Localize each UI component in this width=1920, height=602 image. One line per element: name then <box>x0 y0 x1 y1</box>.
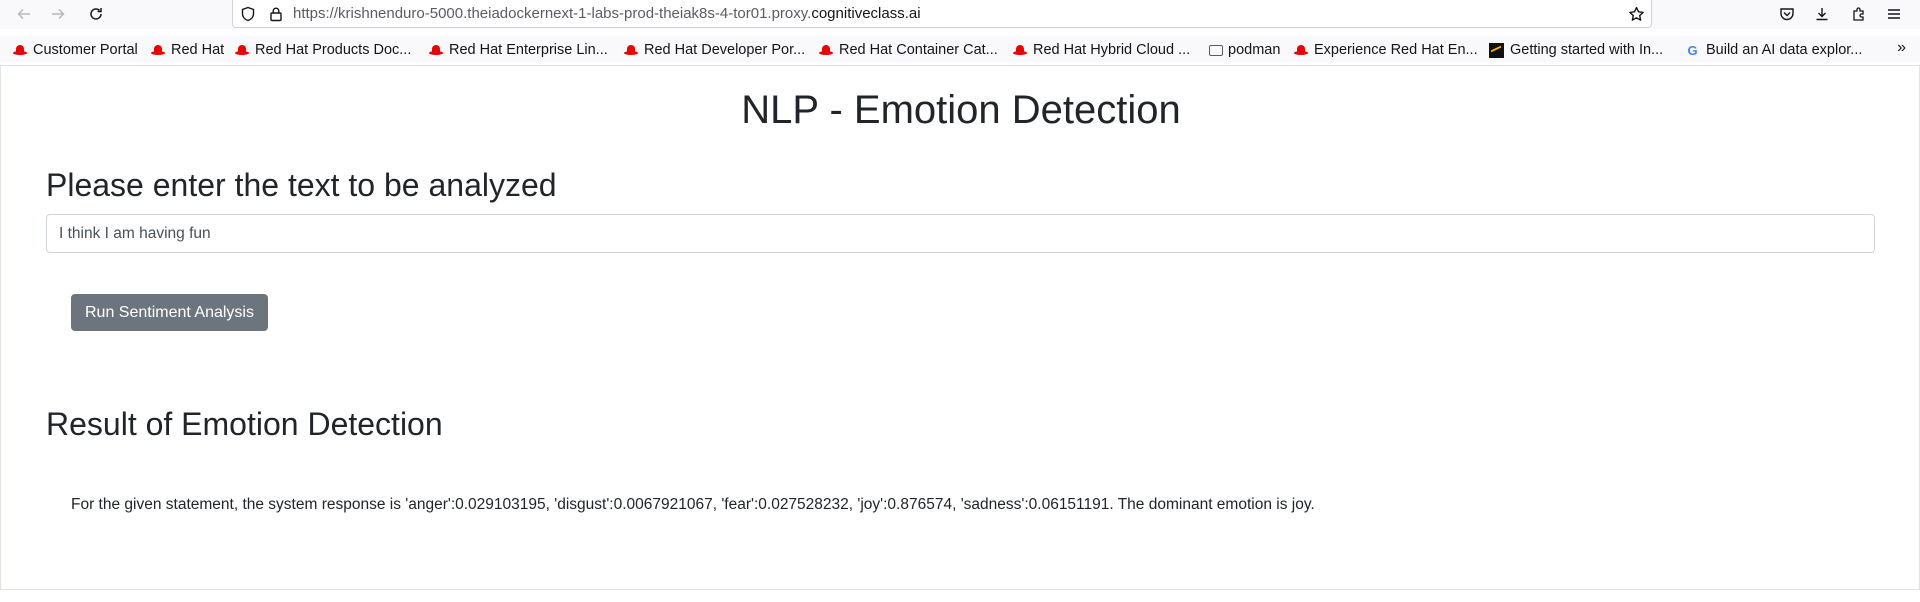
folder-icon <box>1209 44 1223 56</box>
reload-icon[interactable] <box>85 3 107 25</box>
url-domain: cognitiveclass.ai <box>811 5 921 22</box>
shield-icon[interactable] <box>239 5 257 23</box>
redhat-icon <box>1293 44 1309 56</box>
bookmark-label: Red Hat <box>171 42 225 58</box>
bookmark-experience-red-hat[interactable]: Experience Red Hat En... <box>1293 40 1478 60</box>
browser-toolbar: https://krishnenduro-5000.theiadockernex… <box>0 0 1920 29</box>
bookmark-build-ai-data-explorer[interactable]: G Build an AI data explor... <box>1685 40 1862 60</box>
bookmark-red-hat-products-doc[interactable]: Red Hat Products Doc... <box>234 40 411 60</box>
redhat-icon <box>150 44 166 56</box>
bookmark-label: Red Hat Developer Por... <box>644 42 806 58</box>
bookmark-folder-podman[interactable]: podman <box>1209 40 1280 60</box>
extensions-icon[interactable] <box>1849 4 1869 24</box>
hamburger-menu-icon[interactable] <box>1884 4 1904 24</box>
bookmark-label: podman <box>1228 42 1281 58</box>
bookmark-red-hat[interactable]: Red Hat <box>150 40 224 60</box>
bookmark-label: Red Hat Products Doc... <box>255 42 412 58</box>
bookmark-label: Experience Red Hat En... <box>1314 42 1478 58</box>
url-bar[interactable]: https://krishnenduro-5000.theiadockernex… <box>232 0 1652 28</box>
page-content: NLP - Emotion Detection Please enter the… <box>0 65 1920 590</box>
bookmark-getting-started[interactable]: Getting started with In... <box>1489 40 1663 60</box>
redhat-icon <box>818 44 834 56</box>
prompt-heading: Please enter the text to be analyzed <box>46 167 557 203</box>
pocket-icon[interactable] <box>1777 4 1797 24</box>
bookmark-customer-portal[interactable]: Customer Portal <box>12 40 138 60</box>
chart-favicon-icon <box>1489 42 1504 58</box>
run-sentiment-analysis-button[interactable]: Run Sentiment Analysis <box>71 294 268 331</box>
text-to-analyze-input[interactable] <box>46 214 1875 253</box>
bookmark-red-hat-developer-portal[interactable]: Red Hat Developer Por... <box>623 40 805 60</box>
bookmark-red-hat-hybrid-cloud[interactable]: Red Hat Hybrid Cloud ... <box>1012 40 1190 60</box>
bookmark-star-icon[interactable] <box>1627 5 1645 23</box>
bookmarks-overflow-chevron-icon[interactable]: » <box>1897 39 1906 57</box>
bookmark-red-hat-enterprise-linux[interactable]: Red Hat Enterprise Lin... <box>428 40 608 60</box>
result-text: For the given statement, the system resp… <box>71 496 1315 513</box>
bookmark-label: Build an AI data explor... <box>1706 42 1863 58</box>
back-arrow-icon[interactable] <box>13 3 35 25</box>
redhat-icon <box>1012 44 1028 56</box>
bookmark-label: Red Hat Hybrid Cloud ... <box>1033 42 1191 58</box>
redhat-icon <box>234 44 250 56</box>
bookmark-label: Getting started with In... <box>1510 42 1664 58</box>
result-heading: Result of Emotion Detection <box>46 406 443 442</box>
bookmarks-bar: Customer Portal Red Hat Red Hat Products… <box>0 36 1920 62</box>
lock-icon[interactable] <box>267 5 285 23</box>
page-title: NLP - Emotion Detection <box>741 88 1181 132</box>
redhat-icon <box>623 44 639 56</box>
redhat-icon <box>428 44 444 56</box>
redhat-icon <box>12 44 28 56</box>
bookmark-red-hat-container-catalog[interactable]: Red Hat Container Cat... <box>818 40 998 60</box>
bookmark-label: Customer Portal <box>33 42 138 58</box>
bookmark-label: Red Hat Container Cat... <box>839 42 998 58</box>
url-text[interactable]: https://krishnenduro-5000.theiadockernex… <box>293 5 921 22</box>
bookmark-label: Red Hat Enterprise Lin... <box>449 42 608 58</box>
forward-arrow-icon[interactable] <box>47 3 69 25</box>
google-icon: G <box>1687 42 1698 58</box>
download-icon[interactable] <box>1812 4 1832 24</box>
url-prefix: https://krishnenduro-5000.theiadockernex… <box>293 5 812 22</box>
